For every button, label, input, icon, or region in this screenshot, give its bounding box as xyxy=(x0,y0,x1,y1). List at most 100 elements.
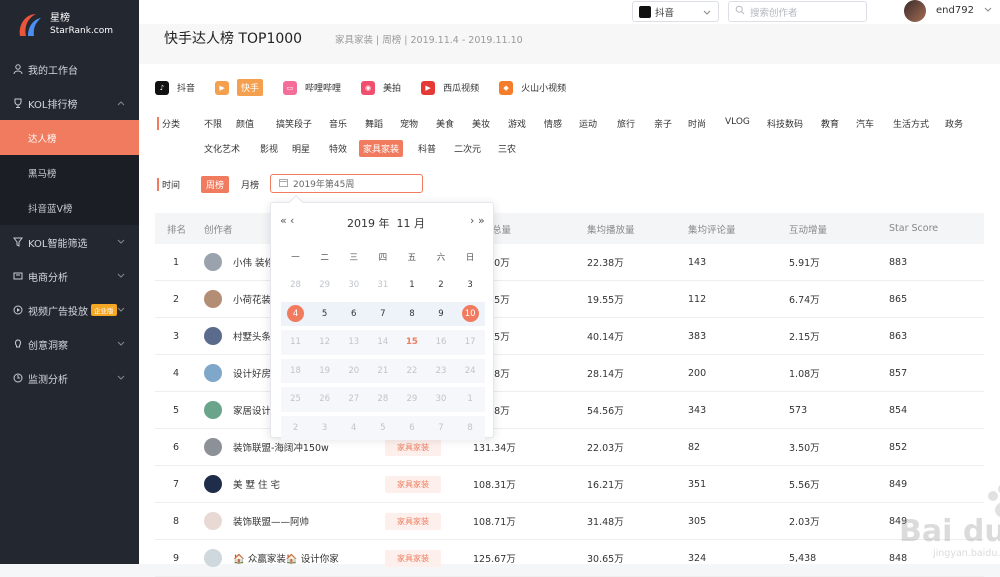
calendar-week-row[interactable]: 2 3 4 5 6 7 8 xyxy=(281,415,485,440)
header-interact[interactable]: 互动增量 xyxy=(789,222,827,236)
creator-name[interactable]: 装饰联盟——阿帅 xyxy=(233,514,309,528)
header-plays[interactable]: 集均播放量 xyxy=(587,222,635,236)
category-tag[interactable]: 美妆 xyxy=(472,117,490,130)
creator-name[interactable]: 小伟 装修 xyxy=(233,255,274,269)
calendar-day[interactable]: 30 xyxy=(339,280,368,290)
category-tag[interactable]: 旅行 xyxy=(617,117,635,130)
creator-avatar[interactable] xyxy=(204,253,222,271)
calendar-day[interactable]: 6 xyxy=(339,309,368,319)
table-row[interactable]: 7美 墅 住 宅家具家装 108.31万 16.21万 351 5.56万 849 xyxy=(155,466,984,503)
week-picker-input[interactable]: 2019年第45周 xyxy=(270,174,423,193)
tab-kuaishou[interactable]: ▶ 快手 xyxy=(215,79,264,96)
category-tag[interactable]: 汽车 xyxy=(856,117,874,130)
category-tag[interactable]: 家具家装 xyxy=(359,140,404,157)
sidebar-item-creative-insight[interactable]: 创意洞察 xyxy=(0,327,139,361)
creator-avatar[interactable] xyxy=(204,401,222,419)
creator-avatar[interactable] xyxy=(204,290,222,308)
category-tag[interactable]: 运动 xyxy=(579,117,597,130)
calendar-day[interactable]: 4 xyxy=(281,305,310,323)
next-year-icon[interactable]: » xyxy=(478,214,485,227)
platform-select[interactable]: 抖音 xyxy=(632,1,719,22)
tab-huoshan[interactable]: ◆ 火山小视频 xyxy=(499,80,566,95)
avatar[interactable] xyxy=(904,0,926,22)
creator-avatar[interactable] xyxy=(204,512,222,530)
sidebar-subitem-dark-horse[interactable]: 黑马榜 xyxy=(0,155,139,190)
calendar-day[interactable]: 1 xyxy=(397,280,426,290)
chevron-down-icon[interactable] xyxy=(984,5,992,16)
tab-xigua[interactable]: ▶ 西瓜视频 xyxy=(421,80,479,95)
category-tag[interactable]: 搞笑段子 xyxy=(276,117,312,130)
creator-name[interactable]: 🏠 众赢家装🏠 设计你家 xyxy=(233,551,339,565)
category-tag[interactable]: VLOG xyxy=(725,117,750,127)
sidebar-subitem-talent-rank[interactable]: 达人榜 xyxy=(0,120,139,155)
category-tag[interactable]: 亲子 xyxy=(654,117,672,130)
calendar-day[interactable]: 29 xyxy=(310,280,339,290)
creator-name[interactable]: 村墅头条 xyxy=(233,329,271,343)
category-tag[interactable]: 教育 xyxy=(821,117,839,130)
category-tag[interactable]: 科普 xyxy=(418,142,436,155)
calendar-week-row[interactable]: 28 29 30 31 1 2 3 xyxy=(281,273,485,298)
calendar-day[interactable]: 9 xyxy=(426,309,455,319)
sidebar-item-video-ads[interactable]: 视频广告投放 企业版 xyxy=(0,293,139,327)
prev-year-icon[interactable]: « xyxy=(280,214,287,227)
category-tag[interactable]: 宠物 xyxy=(400,117,418,130)
calendar-day[interactable]: 10 xyxy=(456,305,485,323)
logo[interactable]: 星榜 StarRank.com xyxy=(0,0,139,50)
sidebar-item-monitor[interactable]: 监测分析 xyxy=(0,361,139,395)
category-tag[interactable]: 游戏 xyxy=(508,117,526,130)
time-option-monthly[interactable]: 月榜 xyxy=(241,178,259,191)
creator-avatar[interactable] xyxy=(204,549,222,567)
table-row[interactable]: 9 🏠 众赢家装🏠 设计你家 家具家装 125.67万 30.65万 324 5,438 84… xyxy=(155,540,984,577)
calendar-day[interactable]: 8 xyxy=(397,309,426,319)
creator-avatar[interactable] xyxy=(204,475,222,493)
calendar-year[interactable]: 2019 年 xyxy=(347,217,390,230)
category-tag[interactable]: 科技数码 xyxy=(767,117,803,130)
category-tag[interactable]: 舞蹈 xyxy=(365,117,383,130)
category-tag[interactable]: 美食 xyxy=(436,117,454,130)
category-tag[interactable]: 音乐 xyxy=(329,117,347,130)
time-option-weekly[interactable]: 周榜 xyxy=(201,176,230,193)
search-input[interactable]: 搜索创作者 xyxy=(728,1,867,22)
category-tag[interactable]: 文化艺术 xyxy=(204,142,240,155)
sidebar-item-kol-filter[interactable]: KOL智能筛选 xyxy=(0,225,139,259)
creator-name[interactable]: 设计好房 xyxy=(233,366,271,380)
category-tag[interactable]: 明星 xyxy=(292,142,310,155)
creator-avatar[interactable] xyxy=(204,438,222,456)
calendar-week-row[interactable]: 18 19 20 21 22 23 24 xyxy=(281,358,485,383)
creator-avatar[interactable] xyxy=(204,327,222,345)
calendar-month[interactable]: 11 月 xyxy=(397,217,426,230)
sidebar-subitem-blue-v[interactable]: 抖音蓝V榜 xyxy=(0,190,139,225)
calendar-day[interactable]: 28 xyxy=(281,280,310,290)
calendar-week-row[interactable]: 25 26 27 28 29 30 1 xyxy=(281,387,485,412)
tab-douyin[interactable]: ♪ 抖音 xyxy=(155,80,195,95)
calendar-day[interactable]: 7 xyxy=(368,309,397,319)
next-month-icon[interactable]: › xyxy=(470,214,474,227)
creator-name[interactable]: 美 墅 住 宅 xyxy=(233,477,280,491)
category-tag[interactable]: 情感 xyxy=(544,117,562,130)
calendar-week-row[interactable]: 4 5 6 7 8 9 10 xyxy=(281,301,485,326)
sidebar-item-kol-ranking[interactable]: KOL排行榜 xyxy=(0,86,139,120)
creator-name[interactable]: 小荷花装 xyxy=(233,292,271,306)
creator-name[interactable]: 家居设计 xyxy=(233,403,271,417)
category-tag[interactable]: 特效 xyxy=(329,142,347,155)
tab-meipai[interactable]: ◉ 美拍 xyxy=(361,80,401,95)
category-tag[interactable]: 三农 xyxy=(498,142,516,155)
category-tag[interactable]: 时尚 xyxy=(688,117,706,130)
sidebar-item-workbench[interactable]: 我的工作台 xyxy=(0,52,139,86)
table-row[interactable]: 8 装饰联盟——阿帅 家具家装 108.71万 31.48万 305 2.03万 849 xyxy=(155,503,984,540)
prev-month-icon[interactable]: ‹ xyxy=(290,214,294,227)
calendar-day[interactable]: 5 xyxy=(310,309,339,319)
calendar-week-row[interactable]: 11 12 13 14 15 16 17 xyxy=(281,330,485,355)
category-tag[interactable]: 政务 xyxy=(945,117,963,130)
header-score[interactable]: Star Score xyxy=(889,223,938,234)
category-tag[interactable]: 影视 xyxy=(260,142,278,155)
username[interactable]: end792 xyxy=(936,5,974,16)
category-tag[interactable]: 颜值 xyxy=(236,117,254,130)
category-tag[interactable]: 不限 xyxy=(204,117,222,130)
tab-bilibili[interactable]: ▭ 哔哩哔哩 xyxy=(283,80,341,95)
calendar-day[interactable]: 31 xyxy=(368,280,397,290)
sidebar-item-ecommerce[interactable]: 电商分析 xyxy=(0,259,139,293)
creator-avatar[interactable] xyxy=(204,364,222,382)
category-tag[interactable]: 生活方式 xyxy=(893,117,929,130)
calendar-day[interactable]: 2 xyxy=(426,280,455,290)
